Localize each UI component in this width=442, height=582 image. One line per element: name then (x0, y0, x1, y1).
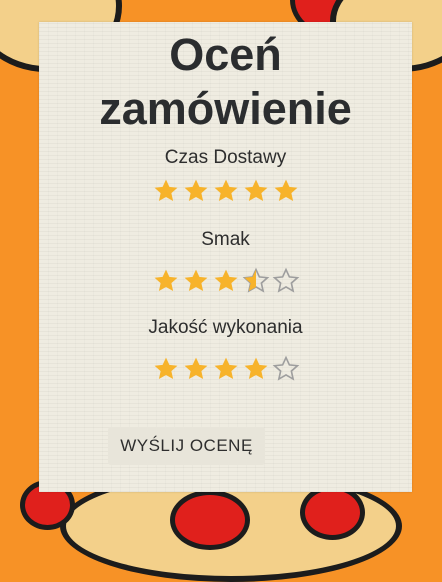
star-filled-icon[interactable] (242, 355, 270, 383)
rating-section-taste: Smak (39, 228, 412, 296)
submit-rating-button[interactable]: WYŚLIJ OCENĘ (108, 427, 265, 465)
star-filled-icon[interactable] (152, 267, 180, 295)
rating-card: Oceń zamówienie Czas Dostawy Smak Jakość… (39, 22, 412, 492)
page-title: Oceń zamówienie (99, 29, 352, 134)
star-rating-quality[interactable] (39, 354, 412, 384)
rating-label-taste: Smak (201, 229, 250, 250)
star-filled-icon[interactable] (182, 267, 210, 295)
rating-section-quality: Jakość wykonania (39, 316, 412, 384)
star-filled-icon[interactable] (212, 267, 240, 295)
rating-label-quality: Jakość wykonania (148, 317, 303, 338)
star-filled-icon[interactable] (182, 177, 210, 205)
star-filled-icon[interactable] (212, 177, 240, 205)
star-rating-delivery-time[interactable] (39, 176, 412, 206)
star-empty-icon[interactable] (272, 355, 300, 383)
star-half-icon[interactable] (242, 267, 270, 295)
star-rating-taste[interactable] (39, 266, 412, 296)
star-filled-icon[interactable] (182, 355, 210, 383)
star-filled-icon[interactable] (242, 177, 270, 205)
star-filled-icon[interactable] (272, 177, 300, 205)
star-empty-icon[interactable] (272, 267, 300, 295)
star-filled-icon[interactable] (212, 355, 240, 383)
rating-label-delivery-time: Czas Dostawy (164, 147, 287, 168)
star-filled-icon[interactable] (152, 177, 180, 205)
star-filled-icon[interactable] (152, 355, 180, 383)
rating-section-delivery-time: Czas Dostawy (39, 146, 412, 206)
